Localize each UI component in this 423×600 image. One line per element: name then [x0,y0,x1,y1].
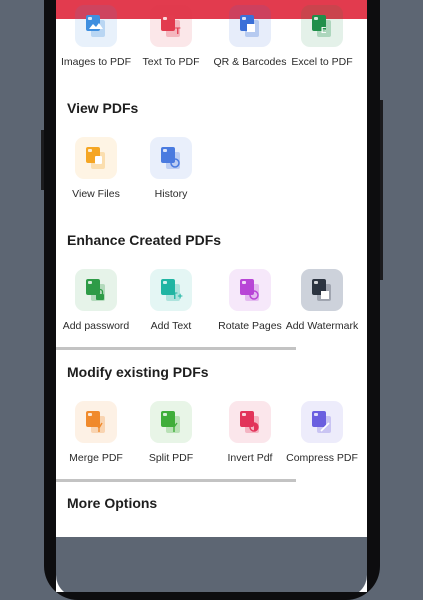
tool-label: History [154,188,188,200]
tool-label: Merge PDF [69,452,123,464]
tool-label: Add Text [150,320,192,332]
lock-icon [75,269,117,311]
svg-text:T+: T+ [172,291,183,301]
add-text-icon: T+ [150,269,192,311]
tool-label: Add password [62,320,130,332]
split-icon [150,401,192,443]
text-icon: T [150,5,192,47]
tool-label: Split PDF [148,452,194,464]
folder-icon [75,137,117,179]
tool-label: Text To PDF [142,56,200,68]
app-screen: Images to PDF T Text To PDF QR & Barcode… [56,0,367,592]
svg-text:T: T [175,26,181,36]
tool-label: QR & Barcodes [213,56,287,68]
tool-label: View Files [72,188,120,200]
qr-icon [229,5,271,47]
tool-label: Invert Pdf [227,452,273,464]
tool-label: Excel to PDF [291,56,353,68]
divider [56,347,296,350]
merge-icon [75,401,117,443]
section-title-more: More Options [67,495,158,511]
tool-label: Add Watermark [285,320,359,332]
tool-label: Rotate Pages [218,320,282,332]
rotate-icon [229,269,271,311]
image-icon [75,5,117,47]
section-title-view: View PDFs [67,100,139,116]
svg-text:E: E [321,26,327,35]
section-title-enhance: Enhance Created PDFs [67,232,222,248]
screen-bottom-area [56,537,367,592]
divider [56,479,296,482]
section-title-modify: Modify existing PDFs [67,364,209,380]
history-icon [150,137,192,179]
tool-label: Compress PDF [286,452,358,464]
watermark-icon [301,269,343,311]
invert-icon [229,401,271,443]
compress-icon [301,401,343,443]
phone-side-button [41,130,44,190]
excel-icon: E [301,5,343,47]
tool-label: Images to PDF [60,56,132,68]
phone-side-button [380,100,383,280]
